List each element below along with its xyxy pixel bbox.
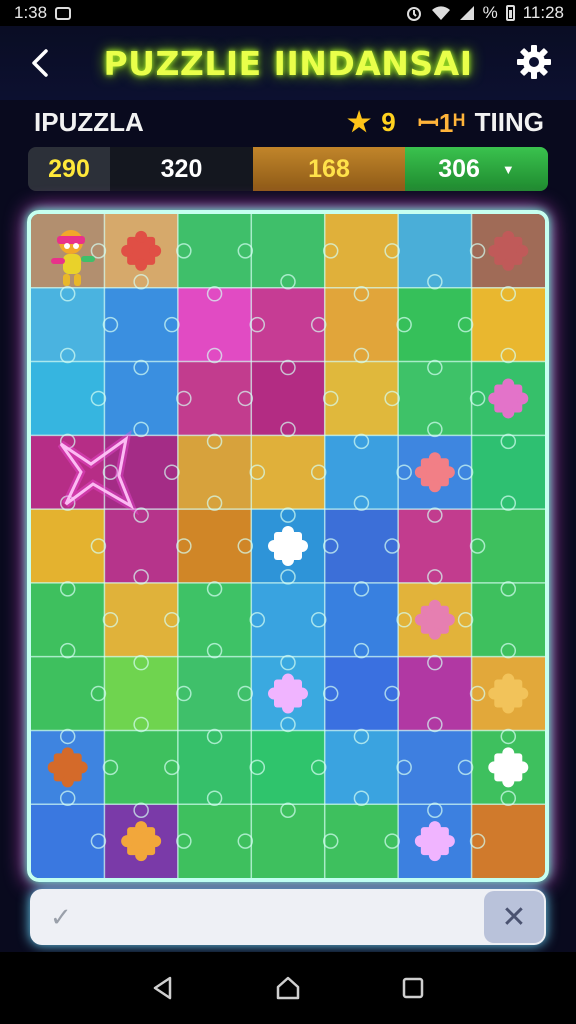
puzzle-tile[interactable] xyxy=(324,804,399,878)
puzzle-tile[interactable] xyxy=(324,730,399,805)
puzzle-tile[interactable] xyxy=(104,361,179,436)
puzzle-tile[interactable] xyxy=(471,287,545,363)
puzzle-tile[interactable] xyxy=(251,287,326,363)
puzzle-tile[interactable] xyxy=(251,804,326,878)
alarm-icon xyxy=(406,7,421,21)
puzzle-tile[interactable] xyxy=(177,730,252,805)
status-bar: 1:38 % 11:28 xyxy=(0,0,576,26)
puzzle-tile[interactable] xyxy=(471,435,545,510)
puzzle-tile[interactable] xyxy=(324,435,399,510)
app-header: PUZZLIE IINDANSAI xyxy=(0,26,576,100)
puzzle-tile[interactable] xyxy=(324,287,399,363)
score-a: 290 xyxy=(28,147,110,191)
puzzle-tile[interactable] xyxy=(31,361,105,436)
subheader-stats: ★ 9 ꟷ1ᴴ TIING xyxy=(347,104,544,140)
clear-button[interactable]: ✕ xyxy=(484,891,544,943)
puzzle-tile[interactable] xyxy=(471,509,545,584)
puzzle-tile[interactable] xyxy=(104,656,179,731)
puzzle-tile[interactable] xyxy=(104,509,179,584)
score-d: 306 xyxy=(438,154,480,183)
nav-back-triangle-icon xyxy=(153,976,171,1000)
puzzle-tile[interactable] xyxy=(398,730,473,805)
puzzle-tile[interactable] xyxy=(104,582,179,658)
puzzle-board[interactable] xyxy=(27,210,549,882)
puzzle-tile[interactable] xyxy=(251,730,326,805)
puzzle-tile[interactable] xyxy=(471,804,545,878)
check-icon[interactable]: ✓ xyxy=(50,902,72,933)
nav-home-button[interactable] xyxy=(268,968,308,1008)
puzzle-tile[interactable] xyxy=(31,656,105,731)
notification-icon xyxy=(55,6,72,20)
score-b: 320 xyxy=(110,147,253,191)
puzzle-tile[interactable] xyxy=(177,214,252,289)
puzzle-tile[interactable] xyxy=(324,214,399,289)
star-icon: ★ xyxy=(347,106,372,137)
system-nav-bar xyxy=(0,952,576,1024)
status-right: % 11:28 xyxy=(405,3,564,23)
puzzle-tile[interactable] xyxy=(177,287,252,363)
puzzle-tile[interactable] xyxy=(251,435,326,510)
puzzle-tile[interactable] xyxy=(398,656,473,731)
puzzle-tile[interactable] xyxy=(251,582,326,658)
puzzle-tile[interactable] xyxy=(104,287,179,363)
puzzle-tile[interactable] xyxy=(177,804,252,878)
chevron-left-icon[interactable] xyxy=(24,43,58,83)
puzzle-tile[interactable] xyxy=(251,214,326,289)
puzzle-tile[interactable] xyxy=(398,287,473,363)
puzzle-tile[interactable] xyxy=(177,509,252,584)
puzzle-board-canvas[interactable] xyxy=(31,214,545,878)
puzzle-tile[interactable] xyxy=(324,361,399,436)
gear-icon[interactable] xyxy=(514,42,554,82)
status-time-left: 1:38 xyxy=(14,3,48,22)
subheader: IPUZZLA ★ 9 ꟷ1ᴴ TIING xyxy=(0,100,576,144)
status-left: 1:38 xyxy=(14,3,72,23)
subheader-label: IPUZZLA xyxy=(34,106,144,137)
score-bar: 290 320 168 306 ▼ xyxy=(28,147,548,191)
status-text: TIING xyxy=(474,106,544,137)
chevron-down-icon: ▼ xyxy=(501,161,515,177)
signal-icon xyxy=(459,6,474,20)
puzzle-tile[interactable] xyxy=(324,582,399,658)
puzzle-tile[interactable] xyxy=(177,435,252,510)
nav-back-button[interactable] xyxy=(143,968,183,1008)
puzzle-tile[interactable] xyxy=(398,361,473,436)
page-title: PUZZLIE IINDANSAI xyxy=(103,43,473,83)
puzzle-tile[interactable] xyxy=(471,582,545,658)
score-c: 168 xyxy=(253,147,405,191)
status-time-right: 11:28 xyxy=(522,3,564,22)
battery-icon xyxy=(505,5,515,21)
puzzle-tile[interactable] xyxy=(177,656,252,731)
nav-recents-button[interactable] xyxy=(393,968,433,1008)
level-value: ꟷ1ᴴ xyxy=(417,108,465,138)
puzzle-tile[interactable] xyxy=(104,730,179,805)
puzzle-tile[interactable] xyxy=(31,509,105,584)
puzzle-tile[interactable] xyxy=(31,582,105,658)
puzzle-tile[interactable] xyxy=(31,804,105,878)
puzzle-tile[interactable] xyxy=(324,509,399,584)
wifi-icon xyxy=(431,6,450,20)
nav-home-icon xyxy=(276,976,300,1000)
answer-bar: ✓ ✕ xyxy=(30,889,546,945)
score-dropdown[interactable]: 306 ▼ xyxy=(405,147,548,191)
answer-input[interactable] xyxy=(71,889,484,945)
puzzle-tile[interactable] xyxy=(398,509,473,584)
close-icon: ✕ xyxy=(501,900,527,934)
puzzle-tile[interactable] xyxy=(177,361,252,436)
nav-recents-square-icon xyxy=(403,977,424,999)
star-value: 9 xyxy=(381,106,396,137)
puzzle-tile[interactable] xyxy=(177,582,252,658)
puzzle-tile[interactable] xyxy=(398,214,473,289)
status-percent: % xyxy=(482,3,498,22)
puzzle-tile[interactable] xyxy=(251,361,326,436)
puzzle-tile[interactable] xyxy=(31,287,105,363)
puzzle-tile[interactable] xyxy=(324,656,399,731)
